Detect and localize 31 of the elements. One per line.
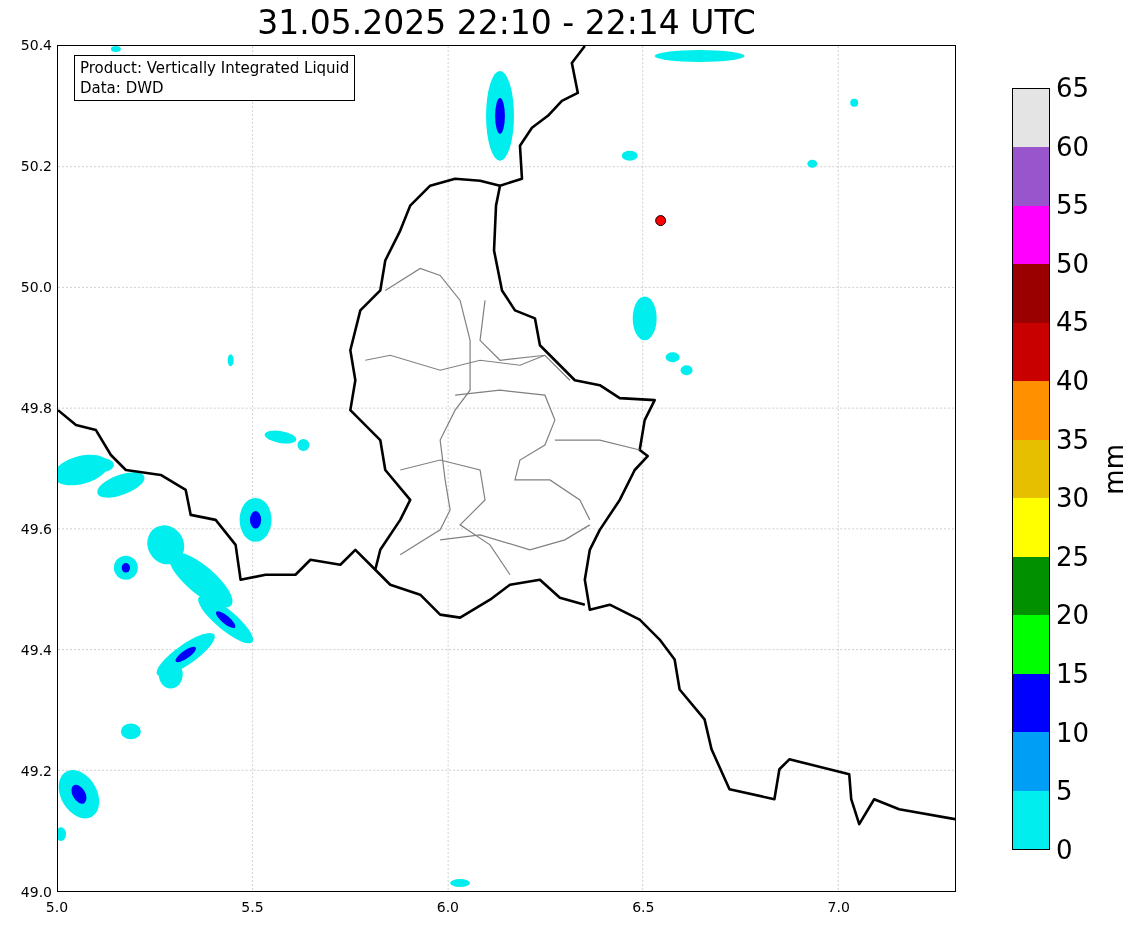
legend-text: Product: Vertically Integrated Liquid bbox=[80, 58, 350, 78]
colorbar-tick-label: 25 bbox=[1056, 542, 1090, 571]
axis-tick-label: 49.6 bbox=[20, 521, 52, 537]
colorbar-tick-label: 10 bbox=[1056, 718, 1090, 747]
colorbar-label: mm bbox=[1099, 443, 1130, 495]
colorbar-tick-label: 45 bbox=[1056, 308, 1090, 337]
axis-tick-label: 49.0 bbox=[20, 884, 52, 900]
colorbar-tick-label: 15 bbox=[1056, 660, 1090, 689]
colorbar-tick-label: 50 bbox=[1056, 249, 1090, 278]
legend-text: Data: DWD bbox=[80, 78, 165, 98]
colorbar-tick-label: 40 bbox=[1056, 367, 1090, 396]
chart-title: 31.05.2025 22:10 - 22:14 UTC bbox=[256, 2, 757, 44]
axis-tick-label: 6.0 bbox=[436, 899, 459, 915]
colorbar-tick-label: 30 bbox=[1056, 484, 1090, 513]
axis-tick-label: 50.4 bbox=[20, 37, 52, 53]
colorbar-tick-label: 55 bbox=[1056, 191, 1090, 220]
colorbar-tick-label: 5 bbox=[1056, 777, 1074, 806]
axis-tick-label: 5.0 bbox=[45, 899, 69, 915]
colorbar-tick-label: 35 bbox=[1056, 425, 1090, 454]
axis-tick-label: 49.8 bbox=[20, 400, 52, 416]
colorbar-tick-label: 20 bbox=[1056, 601, 1090, 630]
axis-tick-label: 49.4 bbox=[20, 642, 52, 658]
axis-tick-label: 50.2 bbox=[20, 158, 52, 174]
axis-tick-label: 6.5 bbox=[632, 899, 655, 915]
axis-tick-label: 50.0 bbox=[20, 279, 52, 295]
axis-tick-label: 7.0 bbox=[827, 899, 850, 915]
colorbar-tick-label: 65 bbox=[1056, 74, 1090, 102]
axis-tick-label: 5.5 bbox=[241, 899, 264, 915]
colorbar-tick-label: 0 bbox=[1056, 835, 1074, 864]
axis-tick-label: 49.2 bbox=[20, 763, 52, 779]
colorbar-tick-label: 60 bbox=[1056, 132, 1090, 161]
